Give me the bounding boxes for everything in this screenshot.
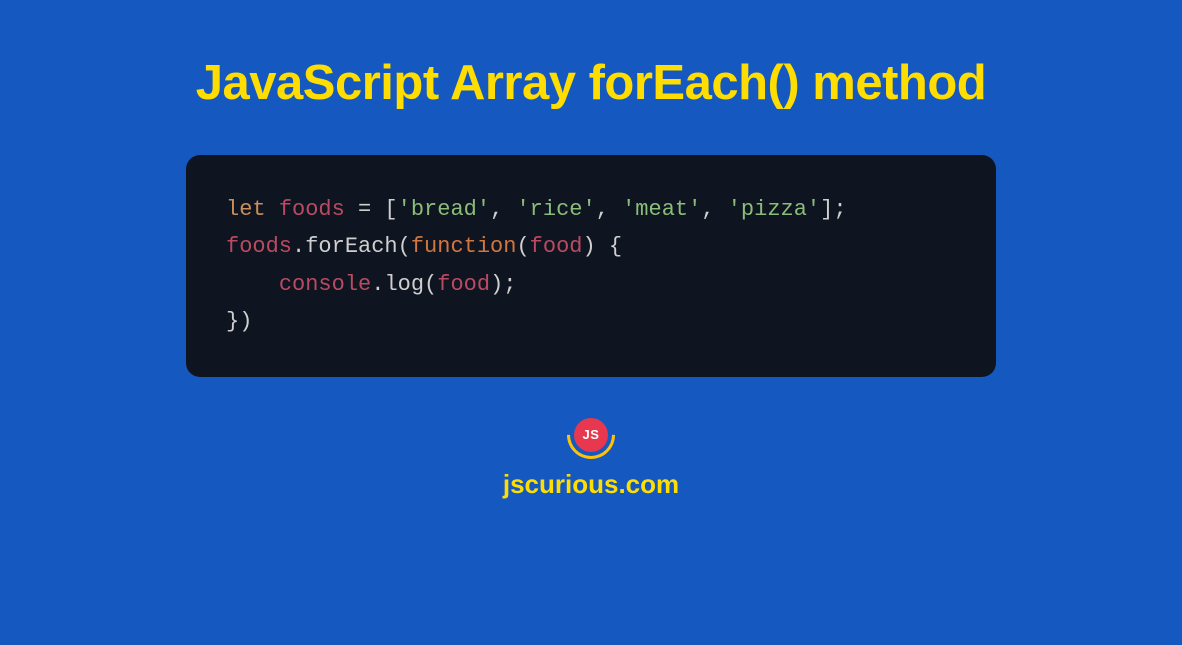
logo-text: JS <box>583 427 600 442</box>
punct-close-bracket: ]; <box>820 197 846 222</box>
string-meat: 'meat' <box>622 197 701 222</box>
footer: JS jscurious.com <box>503 411 679 500</box>
string-bread: 'bread' <box>398 197 490 222</box>
punct-comma: , <box>490 197 516 222</box>
site-name: jscurious.com <box>503 469 679 500</box>
object-foods: foods <box>226 234 292 259</box>
code-line-2: foods.forEach(function(food) { <box>226 228 956 265</box>
punct-close-paren-semi: ); <box>490 272 516 297</box>
object-console: console <box>279 272 371 297</box>
page-title: JavaScript Array forEach() method <box>196 55 986 111</box>
indent <box>226 272 279 297</box>
punct-dot-2: . <box>371 272 384 297</box>
param-food: food <box>530 234 583 259</box>
punct-open-paren-2: ( <box>516 234 529 259</box>
method-log: log <box>384 272 424 297</box>
code-line-4: }) <box>226 303 956 340</box>
variable-foods: foods <box>279 197 345 222</box>
punct-equals-bracket: = [ <box>345 197 398 222</box>
punct-dot: . <box>292 234 305 259</box>
punct-open-paren: ( <box>398 234 411 259</box>
punct-comma: , <box>701 197 727 222</box>
string-pizza: 'pizza' <box>728 197 820 222</box>
punct-comma: , <box>596 197 622 222</box>
keyword-let: let <box>226 197 266 222</box>
punct-close-paren-brace: ) { <box>582 234 622 259</box>
punct-open-paren-3: ( <box>424 272 437 297</box>
arg-food: food <box>437 272 490 297</box>
code-block: let foods = ['bread', 'rice', 'meat', 'p… <box>186 155 996 377</box>
logo-circle-icon: JS <box>574 418 608 452</box>
site-logo: JS <box>567 411 615 459</box>
method-foreach: forEach <box>305 234 397 259</box>
punct-close-brace-paren: }) <box>226 309 252 334</box>
keyword-function: function <box>411 234 517 259</box>
code-line-3: console.log(food); <box>226 266 956 303</box>
string-rice: 'rice' <box>516 197 595 222</box>
code-line-1: let foods = ['bread', 'rice', 'meat', 'p… <box>226 191 956 228</box>
